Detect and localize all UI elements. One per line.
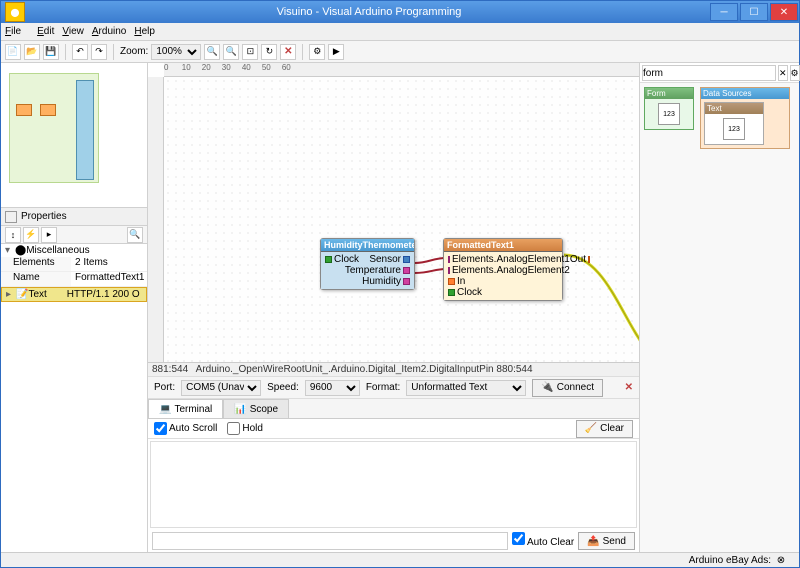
statusbar: Arduino eBay Ads: ⊗: [1, 552, 799, 567]
tree-miscellaneous[interactable]: ▾⬤ Miscellaneous: [1, 244, 147, 257]
settings-button[interactable]: ⚙: [309, 44, 325, 60]
port-bar: Port: COM5 (Unava Speed: 9600 Format: Un…: [148, 377, 639, 399]
node-humidity-thermometer[interactable]: HumidityThermometer1 ClockSensor Tempera…: [320, 238, 415, 290]
status-line: 881:544 Arduino._OpenWireRootUnit_.Ardui…: [148, 363, 639, 377]
window-title: Visuino - Visual Arduino Programming: [29, 6, 709, 18]
autoscroll-checkbox[interactable]: Auto Scroll: [154, 422, 217, 435]
palette-group-datasources[interactable]: Data Sources Text 123: [700, 87, 790, 149]
properties-title: Properties: [21, 211, 67, 222]
overview-thumbnail[interactable]: [1, 63, 147, 208]
palette-item-form[interactable]: Form 123: [644, 87, 694, 130]
new-button[interactable]: 📄: [5, 44, 21, 60]
open-button[interactable]: 📂: [24, 44, 40, 60]
close-panel-icon[interactable]: ✕: [625, 382, 633, 393]
right-panel: ✕ ⚙ ▤ ▦ Form 123 Data Sources Text 123: [639, 63, 799, 552]
menu-help[interactable]: Help: [134, 26, 155, 37]
properties-header: Properties: [1, 208, 147, 226]
props-filter-button[interactable]: ⚡: [23, 227, 39, 243]
props-sort-button[interactable]: ↕: [5, 227, 21, 243]
port-label: Port:: [154, 382, 175, 393]
props-expand-button[interactable]: ▸: [41, 227, 57, 243]
menu-view[interactable]: View: [62, 26, 84, 37]
redo-button[interactable]: ↷: [91, 44, 107, 60]
component-search-bar: ✕ ⚙ ▤ ▦: [640, 63, 799, 83]
lower-panel: 881:544 Arduino._OpenWireRootUnit_.Ardui…: [148, 362, 639, 552]
menubar: File Edit View Arduino Help: [1, 23, 799, 41]
send-button[interactable]: 📤 Send: [578, 532, 635, 550]
ruler-vertical: [148, 77, 164, 362]
close-button[interactable]: ✕: [770, 3, 798, 21]
speed-select[interactable]: 9600: [305, 380, 360, 396]
component-palette: Form 123 Data Sources Text 123: [640, 83, 799, 552]
tab-terminal[interactable]: 💻 Terminal: [148, 399, 223, 418]
node-humidity-header: HumidityThermometer1: [321, 239, 414, 252]
maximize-button[interactable]: ☐: [740, 3, 768, 21]
design-canvas[interactable]: 0 10 20 30 40 50 60 HumidityThermometer1…: [148, 63, 639, 362]
form-icon: 123: [658, 103, 680, 125]
toolbar: 📄 📂 💾 ↶ ↷ Zoom: 100% 🔍 🔍 ⊡ ↻ ✕ ⚙ ▶: [1, 41, 799, 63]
prop-elements[interactable]: Elements 2 Items: [1, 257, 147, 272]
properties-body: ▾⬤ Miscellaneous Elements 2 Items Name F…: [1, 244, 147, 552]
hold-checkbox[interactable]: Hold: [227, 422, 263, 435]
connect-button[interactable]: 🔌 Connect: [532, 379, 603, 397]
properties-toolbar: ↕ ⚡ ▸ 🔍: [1, 226, 147, 244]
format-select[interactable]: Unformatted Text: [406, 380, 526, 396]
node-formatted-header: FormattedText1: [444, 239, 562, 252]
node-formatted-text[interactable]: FormattedText1 Elements.AnalogElement1Ou…: [443, 238, 563, 301]
menu-arduino[interactable]: Arduino: [92, 26, 126, 37]
terminal-input-row: Auto Clear 📤 Send: [148, 530, 639, 552]
zoom-fit-button[interactable]: ⊡: [242, 44, 258, 60]
port-select[interactable]: COM5 (Unava: [181, 380, 261, 396]
undo-button[interactable]: ↶: [72, 44, 88, 60]
search-clear-icon[interactable]: ✕: [778, 65, 788, 81]
props-search-button[interactable]: 🔍: [127, 227, 143, 243]
terminal-options: Auto Scroll Hold 🧹 Clear: [148, 419, 639, 439]
terminal-input[interactable]: [152, 532, 508, 550]
search-input[interactable]: [642, 65, 776, 81]
text-icon: 123: [723, 118, 745, 140]
tab-scope[interactable]: 📊 Scope: [223, 399, 289, 418]
zoom-label: Zoom:: [120, 46, 148, 57]
properties-icon: [5, 211, 17, 223]
menu-edit[interactable]: Edit: [37, 26, 54, 37]
minimize-button[interactable]: ─: [710, 3, 738, 21]
clear-button[interactable]: 🧹 Clear: [576, 420, 633, 438]
autoclear-checkbox[interactable]: Auto Clear: [512, 532, 574, 550]
titlebar: ⬤ Visuino - Visual Arduino Programming ─…: [1, 1, 799, 23]
speed-label: Speed:: [267, 382, 299, 393]
zoom-select[interactable]: 100%: [151, 44, 201, 60]
save-button[interactable]: 💾: [43, 44, 59, 60]
zoom-in-button[interactable]: 🔍: [204, 44, 220, 60]
prop-name[interactable]: Name FormattedText1: [1, 272, 147, 287]
prop-text-selected[interactable]: ▸📝 Text HTTP/1.1 200 O: [1, 287, 147, 302]
refresh-button[interactable]: ↻: [261, 44, 277, 60]
ads-label: Arduino eBay Ads:: [689, 555, 771, 566]
zoom-out-button[interactable]: 🔍: [223, 44, 239, 60]
app-icon: ⬤: [5, 2, 25, 22]
ruler-horizontal: 0 10 20 30 40 50 60: [164, 63, 639, 77]
left-panel: Properties ↕ ⚡ ▸ 🔍 ▾⬤ Miscellaneous Elem…: [1, 63, 148, 552]
format-label: Format:: [366, 382, 400, 393]
delete-button[interactable]: ✕: [280, 44, 296, 60]
menu-file[interactable]: File: [5, 26, 29, 37]
terminal-tabs: 💻 Terminal 📊 Scope: [148, 399, 639, 419]
close-ads-icon[interactable]: ⊗: [771, 555, 791, 566]
upload-button[interactable]: ▶: [328, 44, 344, 60]
search-filter1-icon[interactable]: ⚙: [790, 65, 800, 81]
terminal-output[interactable]: [150, 441, 637, 528]
